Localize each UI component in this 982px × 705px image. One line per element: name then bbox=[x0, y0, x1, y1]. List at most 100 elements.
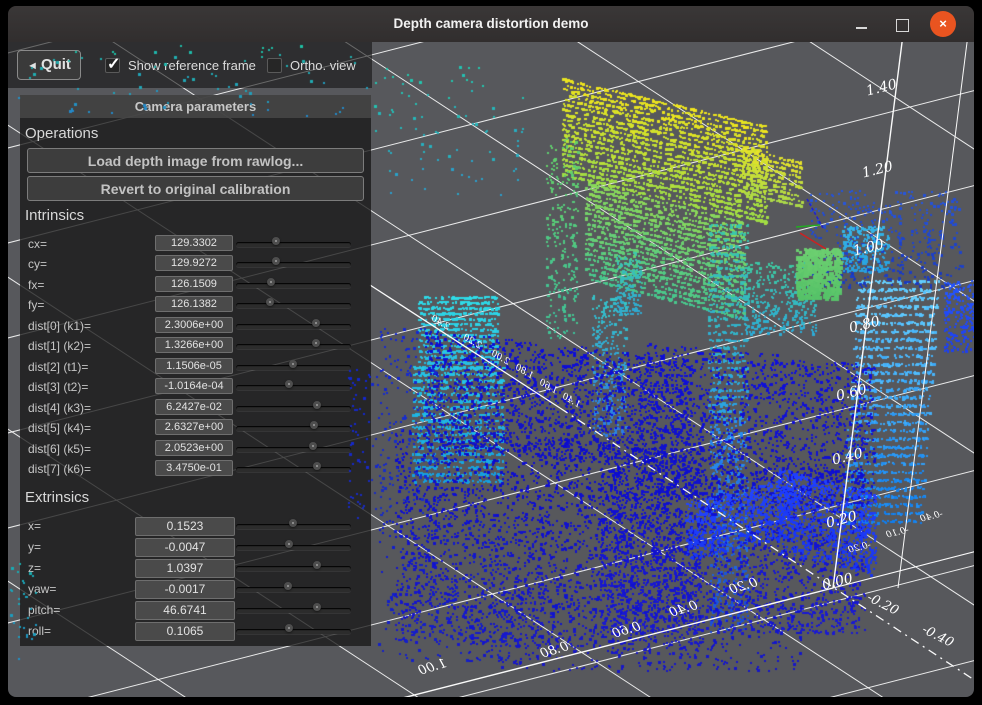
param-value-field[interactable]: -1.0164e-04 bbox=[155, 378, 233, 394]
param-value-field[interactable]: -0.0047 bbox=[135, 538, 235, 557]
slider-knob[interactable] bbox=[312, 339, 320, 347]
slider-knob[interactable] bbox=[285, 624, 293, 632]
titlebar[interactable]: Depth camera distortion demo × bbox=[8, 6, 974, 42]
param-row-intrinsics: dist[3] (t2)= -1.0164e-04 bbox=[20, 377, 371, 397]
param-slider[interactable] bbox=[236, 303, 351, 308]
app-window: Depth camera distortion demo × 1.401.201… bbox=[0, 0, 982, 705]
param-slider[interactable] bbox=[236, 608, 351, 613]
camera-parameters-panel: Camera parameters Operations Load depth … bbox=[20, 95, 371, 646]
param-value-field[interactable]: 2.0523e+00 bbox=[155, 440, 233, 456]
slider-knob[interactable] bbox=[272, 237, 280, 245]
extrinsics-rows: x=0.1523y=-0.0047z=1.0397yaw=-0.0017pitc… bbox=[20, 516, 371, 644]
slider-knob[interactable] bbox=[313, 561, 321, 569]
param-value-field[interactable]: 129.3302 bbox=[155, 235, 233, 251]
param-value-field[interactable]: 3.4750e-01 bbox=[155, 460, 233, 476]
reference-frame-axis bbox=[807, 199, 823, 228]
slider-knob[interactable] bbox=[309, 442, 317, 450]
param-value-field[interactable]: 129.9272 bbox=[155, 255, 233, 271]
intrinsics-rows: cx=129.3302cy=129.9272fx=126.1509fy=126.… bbox=[20, 234, 371, 484]
param-slider[interactable] bbox=[236, 566, 351, 571]
param-value-field[interactable]: 126.1509 bbox=[155, 276, 233, 292]
param-row-intrinsics: dist[5] (k4)= 2.6327e+00 bbox=[20, 418, 371, 438]
param-label: fy= bbox=[28, 298, 44, 312]
checkbox-ortho-view[interactable] bbox=[267, 58, 282, 73]
checkbox-label-ortho-view: Ortho. view bbox=[290, 58, 356, 73]
param-slider[interactable] bbox=[236, 262, 351, 267]
panel-header[interactable]: Camera parameters bbox=[20, 95, 371, 118]
slider-knob[interactable] bbox=[289, 360, 297, 368]
param-slider[interactable] bbox=[236, 365, 351, 370]
quit-button[interactable]: ◄Quit bbox=[17, 50, 81, 80]
param-row-intrinsics: dist[6] (k5)= 2.0523e+00 bbox=[20, 439, 371, 459]
param-label: dist[1] (k2)= bbox=[28, 339, 91, 353]
param-slider[interactable] bbox=[236, 587, 351, 592]
param-slider[interactable] bbox=[236, 545, 351, 550]
param-label: dist[3] (t2)= bbox=[28, 380, 88, 394]
param-label: dist[5] (k4)= bbox=[28, 421, 91, 435]
reference-frame-axis bbox=[796, 225, 820, 227]
param-label: dist[6] (k5)= bbox=[28, 442, 91, 456]
slider-knob[interactable] bbox=[313, 401, 321, 409]
param-slider[interactable] bbox=[236, 447, 351, 452]
param-value-field[interactable]: 46.6741 bbox=[135, 601, 235, 620]
param-label: dist[2] (t1)= bbox=[28, 360, 88, 374]
minimize-button[interactable] bbox=[850, 13, 874, 37]
load-depth-image-button[interactable]: Load depth image from rawlog... bbox=[27, 148, 364, 173]
param-value-field[interactable]: 1.0397 bbox=[135, 559, 235, 578]
param-label: fx= bbox=[28, 278, 44, 292]
param-label: cy= bbox=[28, 257, 47, 271]
param-row-extrinsics: x= 0.1523 bbox=[20, 516, 371, 536]
param-slider[interactable] bbox=[236, 385, 351, 390]
slider-knob[interactable] bbox=[267, 278, 275, 286]
slider-knob[interactable] bbox=[313, 603, 321, 611]
slider-knob[interactable] bbox=[285, 540, 293, 548]
revert-calibration-button[interactable]: Revert to original calibration bbox=[27, 176, 364, 201]
param-label: x= bbox=[28, 519, 41, 533]
reference-frame-axis bbox=[800, 233, 826, 249]
param-row-intrinsics: dist[0] (k1)=2.3006e+00 bbox=[20, 316, 371, 336]
back-arrow-icon: ◄ bbox=[27, 60, 38, 72]
checkbox-label-show-reference-frame: Show reference frame bbox=[128, 58, 256, 73]
close-button[interactable]: × bbox=[930, 11, 956, 37]
param-value-field[interactable]: 6.2427e-02 bbox=[155, 399, 233, 415]
param-value-field[interactable]: 1.1506e-05 bbox=[155, 358, 233, 374]
param-value-field[interactable]: 0.1523 bbox=[135, 517, 235, 536]
slider-knob[interactable] bbox=[310, 421, 318, 429]
param-value-field[interactable]: 126.1382 bbox=[155, 296, 233, 312]
param-slider[interactable] bbox=[236, 467, 351, 472]
maximize-button[interactable] bbox=[890, 13, 914, 37]
param-slider[interactable] bbox=[236, 283, 351, 288]
param-value-field[interactable]: -0.0017 bbox=[135, 580, 235, 599]
param-value-field[interactable]: 0.1065 bbox=[135, 622, 235, 641]
param-slider[interactable] bbox=[236, 324, 351, 329]
slider-knob[interactable] bbox=[272, 257, 280, 265]
param-slider[interactable] bbox=[236, 426, 351, 431]
checkbox-show-reference-frame[interactable]: ✓ bbox=[105, 58, 120, 73]
param-row-intrinsics: fx= 126.1509 bbox=[20, 275, 371, 295]
param-row-intrinsics: fy= 126.1382 bbox=[20, 295, 371, 315]
param-slider[interactable] bbox=[236, 629, 351, 634]
param-value-field[interactable]: 1.3266e+00 bbox=[155, 337, 233, 353]
slider-knob[interactable] bbox=[285, 380, 293, 388]
slider-knob[interactable] bbox=[312, 319, 320, 327]
param-value-field[interactable]: 2.3006e+00 bbox=[155, 317, 233, 333]
param-slider[interactable] bbox=[236, 242, 351, 247]
param-slider[interactable] bbox=[236, 406, 351, 411]
slider-knob[interactable] bbox=[289, 519, 297, 527]
param-row-extrinsics: roll= 0.1065 bbox=[20, 621, 371, 641]
slider-knob[interactable] bbox=[284, 582, 292, 590]
param-value-field[interactable]: 2.6327e+00 bbox=[155, 419, 233, 435]
param-label: y= bbox=[28, 540, 41, 554]
extrinsics-section-label: Extrinsics bbox=[25, 489, 89, 506]
param-label: dist[4] (k3)= bbox=[28, 401, 91, 415]
param-slider[interactable] bbox=[236, 344, 351, 349]
slider-knob[interactable] bbox=[266, 298, 274, 306]
param-row-intrinsics: dist[7] (k6)=3.4750e-01 bbox=[20, 459, 371, 479]
param-row-intrinsics: cy= 129.9272 bbox=[20, 254, 371, 274]
param-row-intrinsics: dist[4] (k3)= 6.2427e-02 bbox=[20, 398, 371, 418]
slider-knob[interactable] bbox=[313, 462, 321, 470]
window-title: Depth camera distortion demo bbox=[8, 16, 974, 31]
param-label: roll= bbox=[28, 624, 51, 638]
param-label: pitch= bbox=[28, 603, 60, 617]
param-slider[interactable] bbox=[236, 524, 351, 529]
